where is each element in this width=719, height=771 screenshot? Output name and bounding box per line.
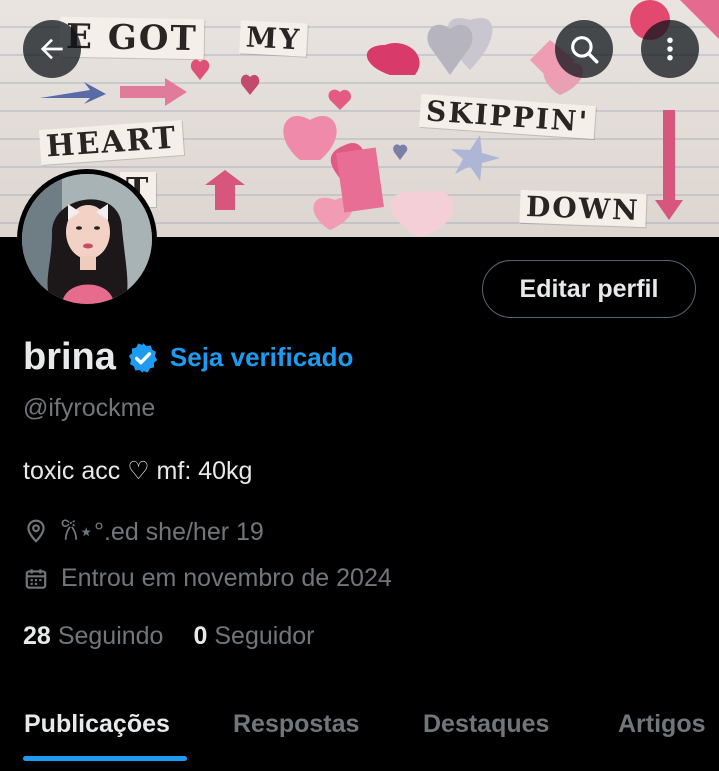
profile-bio: toxic acc ♡ mf: 40kg — [23, 457, 253, 485]
calendar-icon — [25, 568, 47, 589]
followers-count: 0 — [193, 622, 208, 650]
profile-tabs: Publicações Respostas Destaques Artigos — [0, 690, 719, 771]
profile-handle: @ifyrockme — [23, 394, 156, 422]
location-pin-icon — [27, 519, 45, 543]
avatar[interactable] — [17, 169, 157, 309]
banner-word: DOWN — [519, 189, 647, 228]
display-name: brina — [23, 336, 116, 378]
edit-profile-button[interactable]: Editar perfil — [482, 260, 696, 318]
back-button[interactable] — [23, 20, 81, 78]
avatar-image — [22, 174, 152, 304]
follow-counts: 28 Seguindo 0 Seguidor — [23, 622, 314, 651]
following-link[interactable]: 28 Seguindo — [23, 622, 163, 651]
banner-word: E GOT — [59, 16, 205, 60]
search-button[interactable] — [555, 20, 613, 78]
more-vertical-icon — [667, 37, 673, 61]
more-options-button[interactable] — [641, 20, 699, 78]
banner-word: MY — [239, 20, 308, 57]
followers-link[interactable]: 0 Seguidor — [193, 622, 314, 651]
profile-location: 𐙚⋆°.ed she/her 19 — [23, 514, 264, 548]
tab-publicacoes[interactable]: Publicações — [24, 710, 170, 739]
tab-destaques[interactable]: Destaques — [423, 710, 549, 739]
profile-joined: Entrou em novembro de 2024 — [23, 564, 392, 593]
arrow-left-icon — [40, 38, 63, 60]
verified-badge-icon — [128, 342, 158, 373]
following-count: 28 — [23, 622, 51, 650]
location-text: 𐙚⋆°.ed she/her 19 — [61, 518, 264, 546]
following-label: Seguindo — [57, 622, 164, 650]
get-verified-link[interactable]: Seja verificado — [170, 342, 354, 373]
tab-respostas[interactable]: Respostas — [233, 710, 359, 739]
name-row: brina Seja verificado — [23, 336, 353, 379]
tab-artigos[interactable]: Artigos — [618, 710, 706, 739]
joined-text: Entrou em novembro de 2024 — [61, 564, 392, 592]
search-icon — [571, 36, 599, 64]
active-tab-indicator — [23, 756, 187, 761]
followers-label: Seguidor — [214, 622, 315, 650]
